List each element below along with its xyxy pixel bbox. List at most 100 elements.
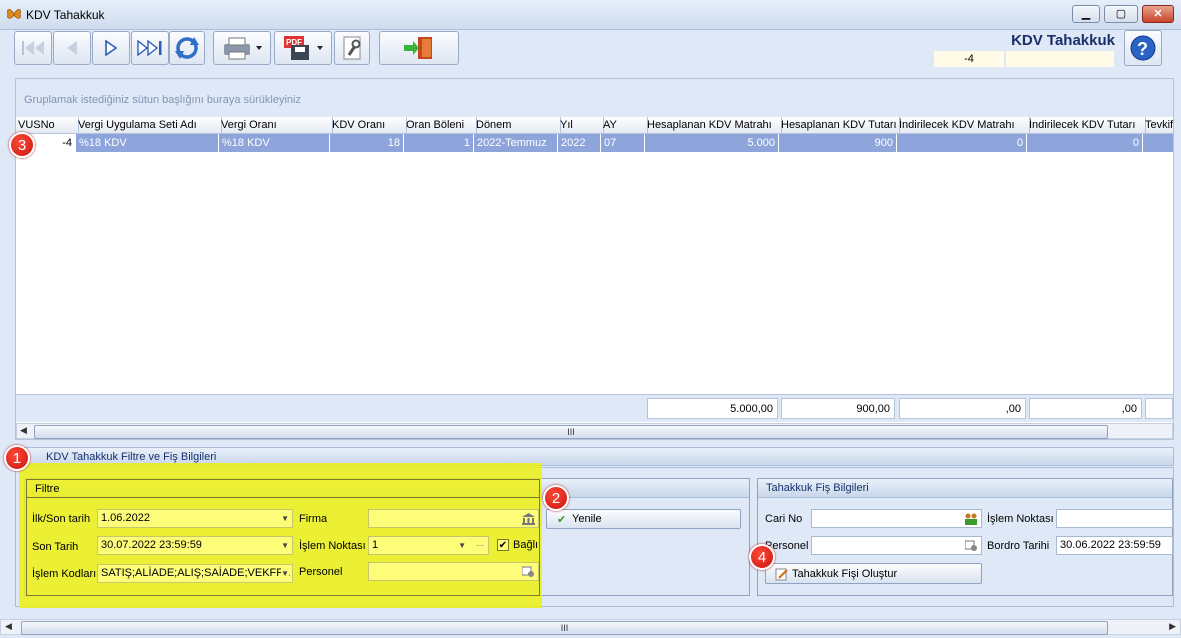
column-header-deduct-amount[interactable]: İndirilecek KDV Tutarı <box>1027 117 1146 134</box>
filter-personel-field[interactable] <box>368 562 539 581</box>
ilk-son-tarih-field[interactable]: 1.06.2022 ▼ <box>97 509 293 528</box>
column-header-tevkif[interactable]: Tevkif <box>1143 117 1175 134</box>
cell-set-name[interactable]: %18 KDV <box>76 134 219 152</box>
cell-deduct-base[interactable]: 0 <box>897 134 1027 152</box>
islem-kodlari-field[interactable]: SATIŞ;ALİADE;ALIŞ;SAİADE;VEKFFA ▼ <box>97 564 293 583</box>
maximize-button[interactable]: ▢ <box>1104 5 1138 23</box>
column-header-divisor[interactable]: Oran Böleni <box>404 117 477 134</box>
users-icon[interactable] <box>964 513 978 525</box>
ellipsis-icon[interactable]: ··· <box>476 537 484 554</box>
dropdown-icon[interactable]: ▼ <box>281 537 289 554</box>
yenile-button[interactable]: ✔ Yenile <box>546 509 741 529</box>
cell-deduct-amount[interactable]: 0 <box>1027 134 1143 152</box>
grid-footer-totals: 5.000,00 900,00 ,00 ,00 <box>16 394 1173 422</box>
cell-calc-amount[interactable]: 900 <box>779 134 897 152</box>
step-badge-4: 4 <box>749 544 775 570</box>
wrench-page-icon <box>343 36 361 60</box>
fis-islem-noktasi-field[interactable] <box>1056 509 1173 528</box>
close-button[interactable]: ✕ <box>1142 5 1174 23</box>
column-header-set-name[interactable]: Vergi Uygulama Seti Adı <box>76 117 222 134</box>
scroll-left-icon[interactable]: ◀ <box>20 425 27 436</box>
cell-divisor[interactable]: 1 <box>404 134 474 152</box>
tahakkuk-fisi-olustur-button[interactable]: Tahakkuk Fişi Oluştur <box>765 563 982 584</box>
help-icon: ? <box>1130 35 1156 61</box>
cell-tevkif[interactable] <box>1143 134 1173 152</box>
refresh-toolbar-button[interactable] <box>169 31 205 65</box>
printer-icon <box>224 37 262 60</box>
minimize-button[interactable]: ▁ <box>1072 5 1100 23</box>
header-secondary-field <box>1006 51 1114 67</box>
fis-groupbox-title: Tahakkuk Fiş Bilgileri <box>758 479 1172 498</box>
table-row[interactable]: -4 %18 KDV %18 KDV 18 1 2022-Temmuz 2022… <box>16 134 1173 152</box>
header-value-field: -4 <box>934 51 1004 67</box>
form-heading: KDV Tahakkuk <box>1011 32 1115 49</box>
column-header-month[interactable]: AY <box>601 117 648 134</box>
edit-document-icon <box>775 568 788 581</box>
column-header-tax-rate[interactable]: Vergi Oranı <box>219 117 333 134</box>
scroll-left-icon[interactable]: ◀ <box>5 621 12 632</box>
form-scroll-thumb[interactable]: III <box>21 621 1108 635</box>
son-tarih-value: 30.07.2022 23:59:59 <box>101 539 202 551</box>
first-record-button[interactable] <box>14 31 52 65</box>
create-button-label: Tahakkuk Fişi Oluştur <box>792 568 898 580</box>
person-card-icon[interactable] <box>522 566 535 578</box>
total-tevkif <box>1145 398 1173 419</box>
cari-no-field[interactable] <box>811 509 982 528</box>
export-button[interactable]: PDF <box>274 31 332 65</box>
help-button[interactable]: ? <box>1124 30 1162 66</box>
column-header-calc-amount[interactable]: Hesaplanan KDV Tutarı <box>779 117 900 134</box>
column-header-kdv-rate[interactable]: KDV Oranı <box>330 117 407 134</box>
islem-kodlari-value: SATIŞ;ALİADE;ALIŞ;SAİADE;VEKFFA <box>101 567 290 579</box>
bank-icon[interactable] <box>522 513 535 525</box>
firma-field[interactable] <box>368 509 539 528</box>
next-icon <box>105 39 118 57</box>
bordro-tarihi-field[interactable]: 30.06.2022 23:59:59 <box>1056 536 1173 555</box>
form-horizontal-scrollbar[interactable]: ◀ III ▶ <box>0 619 1181 635</box>
settings-button[interactable] <box>334 31 370 65</box>
exit-door-icon <box>404 37 432 59</box>
grid-header-row: VUSNo Vergi Uygulama Seti Adı Vergi Oran… <box>16 117 1173 134</box>
group-by-panel[interactable]: Gruplamak istediğiniz sütun başlığını bu… <box>16 79 1173 117</box>
cell-period[interactable]: 2022-Temmuz <box>474 134 558 152</box>
fis-islem-noktasi-label: İşlem Noktası <box>987 513 1054 525</box>
dropdown-icon[interactable]: ▼ <box>281 510 289 527</box>
refresh-icon <box>175 37 199 59</box>
islem-noktasi-field[interactable]: 1 ▼ ··· <box>368 536 489 555</box>
title-bar: KDV Tahakkuk ▁ ▢ ✕ <box>0 0 1181 30</box>
son-tarih-field[interactable]: 30.07.2022 23:59:59 ▼ <box>97 536 293 555</box>
section-title: KDV Tahakkuk Filtre ve Fiş Bilgileri <box>46 451 217 463</box>
bagli-label: Bağlı <box>513 539 539 551</box>
total-deduct-base: ,00 <box>899 398 1026 419</box>
last-icon <box>137 39 162 57</box>
next-record-button[interactable] <box>92 31 130 65</box>
dropdown-icon[interactable]: ▼ <box>281 565 289 582</box>
step-badge-3: 3 <box>9 132 35 158</box>
column-header-calc-base[interactable]: Hesaplanan KDV Matrahı <box>645 117 782 134</box>
column-header-year[interactable]: Yıl <box>558 117 604 134</box>
cell-calc-base[interactable]: 5.000 <box>645 134 779 152</box>
cell-month[interactable]: 07 <box>601 134 645 152</box>
column-header-vusno[interactable]: VUSNo <box>16 117 79 134</box>
cell-kdv-rate[interactable]: 18 <box>330 134 404 152</box>
first-icon <box>22 41 44 55</box>
column-header-deduct-base[interactable]: İndirilecek KDV Matrahı <box>897 117 1030 134</box>
last-record-button[interactable] <box>131 31 169 65</box>
print-button[interactable] <box>213 31 271 65</box>
filter-title: Filtre <box>35 483 60 495</box>
dropdown-icon[interactable]: ▼ <box>458 537 466 554</box>
exit-button[interactable] <box>379 31 459 65</box>
group-by-hint: Gruplamak istediğiniz sütun başlığını bu… <box>24 94 301 106</box>
bagli-checkbox[interactable]: ✔ <box>497 539 509 551</box>
grid-horizontal-scrollbar[interactable]: ◀ III <box>16 423 1173 439</box>
cell-tax-rate[interactable]: %18 KDV <box>219 134 330 152</box>
person-card-icon[interactable] <box>965 540 978 552</box>
islem-kodlari-label: İşlem Kodları <box>32 568 97 580</box>
islem-noktasi-label: İşlem Noktası <box>299 540 366 552</box>
bordro-tarihi-label: Bordro Tarihi <box>987 540 1050 552</box>
fis-personel-field[interactable] <box>811 536 982 555</box>
scroll-right-icon[interactable]: ▶ <box>1169 621 1176 632</box>
previous-record-button[interactable] <box>53 31 91 65</box>
grid-scroll-thumb[interactable]: III <box>34 425 1108 439</box>
column-header-period[interactable]: Dönem <box>474 117 561 134</box>
cell-year[interactable]: 2022 <box>558 134 601 152</box>
